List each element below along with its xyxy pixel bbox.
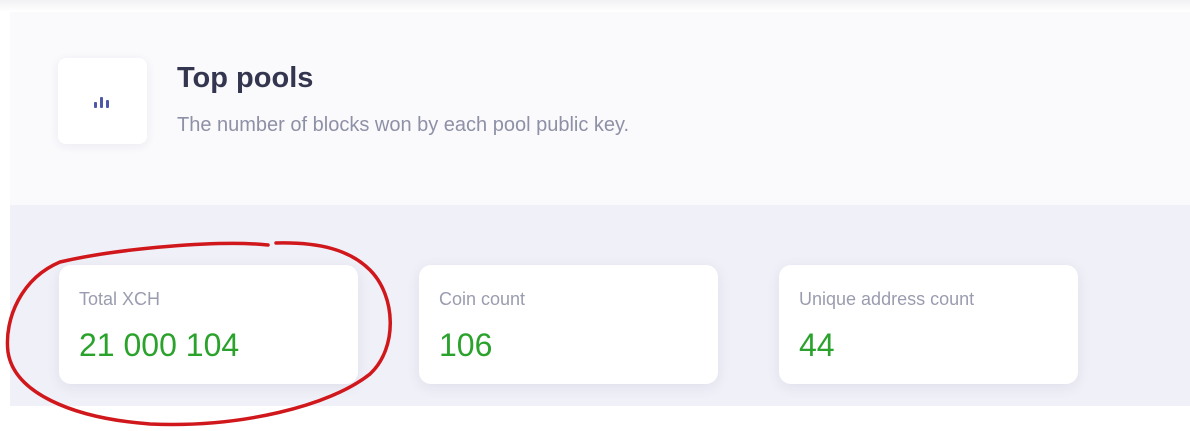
bar-chart-icon-bar bbox=[106, 100, 109, 108]
stat-label: Total XCH bbox=[79, 289, 161, 309]
stat-value: 44 bbox=[799, 327, 835, 363]
stat-value: 106 bbox=[439, 327, 493, 363]
bar-chart-icon-bar bbox=[100, 97, 103, 108]
top-pools-panel: Top pools The number of blocks won by ea… bbox=[10, 12, 1190, 406]
panel-header: Top pools The number of blocks won by ea… bbox=[10, 12, 1190, 205]
stat-label: Coin count bbox=[439, 289, 526, 309]
stat-card-total-xch: Total XCH 21 000 104 bbox=[59, 265, 358, 384]
header-icon-box bbox=[58, 58, 147, 144]
stat-label: Unique address count bbox=[799, 289, 975, 309]
page-title: Top pools bbox=[177, 62, 314, 94]
stat-card-coin-count: Coin count 106 bbox=[419, 265, 718, 384]
top-strip bbox=[0, 0, 1190, 12]
page-subtitle: The number of blocks won by each pool pu… bbox=[177, 114, 630, 136]
bar-chart-icon-bar bbox=[94, 102, 97, 108]
stat-value: 21 000 104 bbox=[79, 327, 240, 363]
stat-card-unique-address-count: Unique address count 44 bbox=[779, 265, 1078, 384]
